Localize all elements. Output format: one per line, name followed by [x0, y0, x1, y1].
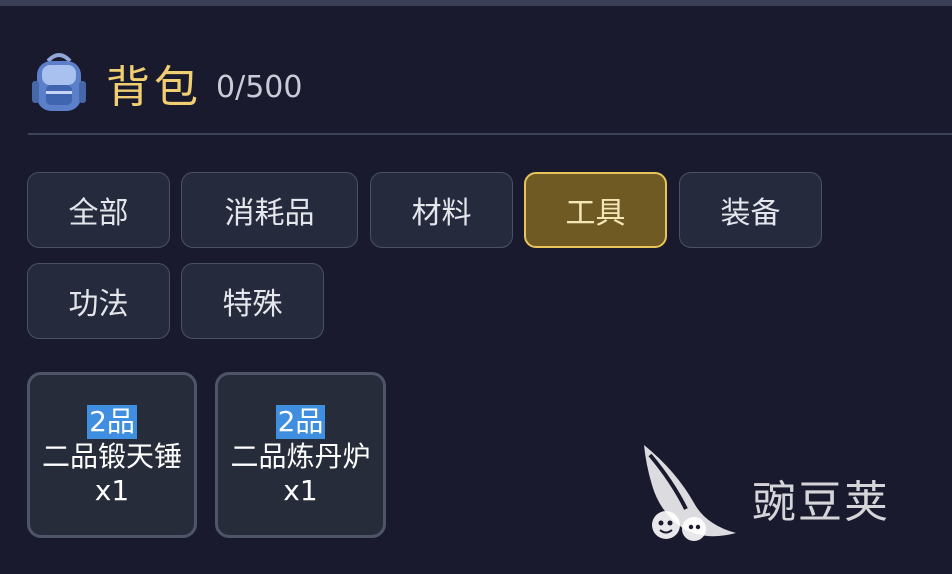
top-border — [0, 0, 952, 6]
panel-header: 背包 0/500 — [30, 48, 302, 118]
watermark: 豌豆荚 — [636, 438, 926, 548]
tab-materials[interactable]: 材料 — [370, 172, 513, 248]
tab-equipment[interactable]: 装备 — [679, 172, 822, 248]
header-divider — [28, 133, 952, 135]
item-name: 二品炼丹炉 — [230, 440, 371, 473]
peapod-logo-icon — [644, 445, 736, 541]
tab-skills[interactable]: 功法 — [27, 263, 170, 339]
item-slot-alchemy-furnace[interactable]: 2品 二品炼丹炉 x1 — [215, 372, 386, 538]
page-title: 背包 — [106, 62, 202, 113]
grade-badge: 2品 — [87, 405, 137, 439]
item-name: 二品锻天锤 — [41, 440, 182, 473]
tab-tools[interactable]: 工具 — [524, 172, 667, 248]
tab-consumables[interactable]: 消耗品 — [181, 172, 358, 248]
item-slot-forging-hammer[interactable]: 2品 二品锻天锤 x1 — [27, 372, 197, 538]
tab-special[interactable]: 特殊 — [181, 263, 324, 339]
grade-badge: 2品 — [275, 405, 326, 439]
watermark-text: 豌豆荚 — [752, 477, 890, 528]
item-quantity: x1 — [283, 474, 318, 507]
tab-all[interactable]: 全部 — [27, 172, 170, 248]
backpack-panel: 背包 0/500 全部 消耗品 材料 工具 装备 功法 特殊 2品 二品锻天锤 … — [0, 0, 952, 574]
capacity-count: 0/500 — [216, 69, 303, 105]
backpack-icon — [32, 53, 86, 111]
item-quantity: x1 — [94, 474, 130, 507]
